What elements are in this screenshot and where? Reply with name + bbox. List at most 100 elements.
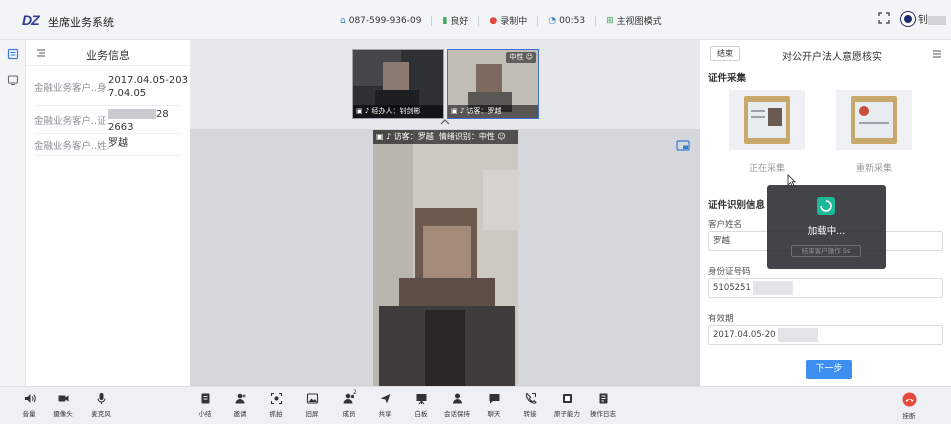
transfer-button[interactable]: 转接 [513,392,547,418]
signal-icon: ▮ [442,15,448,26]
recording-status: ● 录制中 [489,14,527,28]
id-number-field[interactable]: 5105251 [708,278,943,298]
loading-spinner-icon [817,197,835,215]
signal-status: ▮ 良好 [442,14,469,28]
video-stage: ▣ ♪ 经办人：钊剑彬 中性 ☺ ▣ ♪ 访客：罗越 ▣ ♪ 访客：罗越 情绪识… [190,40,700,386]
bottom-toolbar: 音量 摄像头 麦克风 小结 邀请 抓拍 旧屏 2 成员 共享 白板 会话保持 聊… [0,386,951,424]
emotion-tag: 中性 ☺ [506,52,536,63]
id-number-label: 身份证号码 [708,267,751,277]
biz-value: 2017.04.05-2037.04.05 [108,75,188,99]
main-video: ▣ ♪ 访客：罗越 情绪识别：中性 ☺ [373,130,518,386]
user-menu[interactable]: 钊 [901,11,946,26]
share-button[interactable]: 共享 [368,392,402,418]
view-mode-label: 主视图模式 [616,17,662,27]
layout-icon: ⊞ [606,15,614,26]
picture-in-picture-icon[interactable] [676,140,690,151]
atomic-capability-button[interactable]: 原子能力 [550,392,584,418]
summary-button[interactable]: 小结 [188,392,222,418]
biz-value: 罗越 [108,138,128,149]
biz-row-name: 金融业务客户..姓... 罗越 [34,134,182,156]
cursor-icon [787,174,796,187]
biz-row-validity: 金融业务客户..身... 2017.04.05-2037.04.05 [34,66,188,106]
user-name: 钊 [918,11,946,26]
section-id-ocr: 证件识别信息 [708,200,766,211]
timer-status: ◔ 00:53 [548,16,585,26]
biz-key: 金融业务客户..证... [34,116,110,127]
microphone-button[interactable]: 麦克风 [84,392,118,418]
collect-status-label: 正在采集 [748,164,785,174]
next-step-button[interactable]: 下一步 [806,360,852,379]
biz-key: 金融业务客户..身... [34,83,110,94]
chevron-up-icon[interactable] [440,118,450,126]
video-thumb-caption: ▣ ♪ 经办人：钊剑彬 [353,105,443,118]
mic-icon [97,393,105,404]
members-count-badge: 2 [353,389,357,396]
left-rail [0,40,26,386]
end-button[interactable]: 结束 [710,46,740,61]
snapshot-icon [270,392,282,405]
call-timer: 00:53 [559,15,586,26]
business-info-icon[interactable] [7,48,19,60]
session-hold-button[interactable]: 会话保持 [440,392,474,418]
validity-label: 有效期 [708,314,734,324]
screen-icon[interactable] [7,74,19,86]
summary-icon [201,393,209,404]
video-thumb-visitor[interactable]: 中性 ☺ ▣ ♪ 访客：罗越 [447,49,539,119]
loading-dialog: 加载中... 结束客户操作 5s [767,185,886,269]
old-screen-button[interactable]: 旧屏 [295,392,329,418]
biz-row-id: 金融业务客户..证... 28 2663 [34,106,182,134]
loading-text: 加载中... [807,226,846,237]
signal-text: 良好 [450,17,469,27]
chat-button[interactable]: 聊天 [477,392,511,418]
avatar [901,11,915,26]
invite-icon [235,393,245,404]
end-customer-operation-button[interactable]: 结束客户操作 5s [791,245,861,257]
image-icon [306,393,318,404]
phone-status: ⌂ 087-599-936-09 [340,16,421,26]
speaker-icon [24,394,36,403]
atomic-icon [562,394,572,403]
hold-icon [452,393,462,404]
record-dot-icon: ● [489,15,498,26]
id-front-capture[interactable] [729,90,805,150]
app-logo: DZ [22,12,40,28]
volume-button[interactable]: 音量 [12,392,46,418]
operation-log-button[interactable]: 操作日志 [586,392,620,418]
fullscreen-icon[interactable] [878,12,890,24]
verification-title: 对公开户法人意愿核实 [782,52,882,63]
business-info-title: 业务信息 [86,49,130,62]
whiteboard-button[interactable]: 白板 [404,392,438,418]
section-id-collect: 证件采集 [708,73,747,84]
business-info-header: 业务信息 [26,40,190,66]
members-button[interactable]: 2 成员 [332,389,366,418]
share-icon [380,394,390,404]
video-thumb-caption: ▣ ♪ 访客：罗越 [448,105,538,118]
invite-button[interactable]: 邀请 [223,392,257,418]
camera-icon [58,395,68,402]
phone-number: 087-599-936-09 [348,15,422,26]
business-info-panel: 业务信息 金融业务客户..身... 2017.04.05-2037.04.05 … [26,40,190,386]
transfer-icon [525,392,537,404]
snapshot-button[interactable]: 抓拍 [259,392,293,418]
video-thumb-agent[interactable]: ▣ ♪ 经办人：钊剑彬 [352,49,444,119]
camera-button[interactable]: 摄像头 [46,392,80,418]
clock-icon: ◔ [548,15,557,26]
call-status-bar: ⌂ 087-599-936-09 ▮ 良好 ● 录制中 ◔ 00:53 ⊞ 主视… [340,14,672,27]
menu-icon[interactable] [932,49,942,59]
app-title: 坐席业务系统 [48,16,114,29]
chat-icon [489,394,499,404]
whiteboard-icon [416,394,426,405]
validity-field[interactable]: 2017.04.05-20 [708,325,943,345]
log-icon [599,393,607,404]
top-bar: DZ 坐席业务系统 ⌂ 087-599-936-09 ▮ 良好 ● 录制中 ◔ … [0,0,951,40]
main-video-caption: ▣ ♪ 访客：罗越 情绪识别：中性 ☺ [373,130,518,144]
view-mode-toggle[interactable]: ⊞ 主视图模式 [606,14,662,28]
video-thumbnail-strip: ▣ ♪ 经办人：钊剑彬 中性 ☺ ▣ ♪ 访客：罗越 [190,40,700,130]
home-icon: ⌂ [340,15,346,26]
hangup-button[interactable]: 挂断 [892,392,926,420]
recollect-link[interactable]: 重新采集 [836,161,912,174]
biz-value: 28 2663 [108,109,169,133]
id-back-capture[interactable] [836,90,912,150]
biz-key: 金融业务客户..姓... [34,141,110,152]
hangup-icon [902,392,916,407]
